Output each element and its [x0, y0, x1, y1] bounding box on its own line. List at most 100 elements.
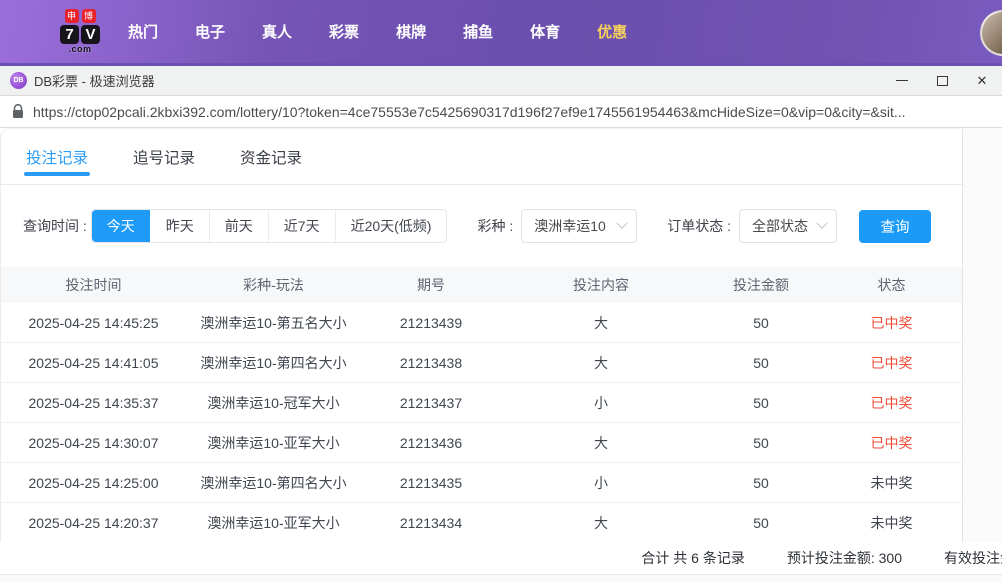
minimize-icon	[896, 80, 908, 81]
tab-fund-records[interactable]: 资金记录	[240, 129, 302, 184]
page-bottom-strip	[0, 575, 1002, 583]
lottery-select-value: 澳洲幸运10	[534, 216, 606, 236]
nav-item-fishing[interactable]: 捕鱼	[463, 21, 493, 42]
time-range-group: 今天 昨天 前天 近7天 近20天(低频)	[91, 209, 448, 243]
address-bar[interactable]: https://ctop02pcali.2kbxi392.com/lottery…	[0, 95, 1002, 128]
site-nav-menu: 热门 电子 真人 彩票 棋牌 捕鱼 体育 优惠	[128, 21, 627, 42]
status-badge: 已中奖	[821, 393, 962, 413]
order-status-value: 全部状态	[752, 216, 808, 236]
cell-bet-content: 大	[501, 513, 701, 533]
cell-game-play: 澳洲幸运10-第四名大小	[186, 473, 361, 493]
window-controls: ✕	[882, 66, 1002, 95]
lottery-filter-label: 彩种 :	[477, 216, 513, 236]
col-status: 状态	[821, 275, 962, 295]
maximize-button[interactable]	[922, 66, 962, 95]
cell-bet-amount: 50	[701, 475, 821, 491]
cell-issue: 21213438	[361, 355, 501, 371]
cell-bet-content: 小	[501, 473, 701, 493]
status-badge: 已中奖	[821, 433, 962, 453]
expected-bet-amount-text: 预计投注金额: 300	[787, 548, 902, 568]
cell-game-play: 澳洲幸运10-第四名大小	[186, 353, 361, 373]
cell-game-play: 澳洲幸运10-亚军大小	[186, 433, 361, 453]
logo-tile-7: 7	[60, 25, 79, 44]
cell-bet-time: 2025-04-25 14:30:07	[1, 435, 186, 451]
cell-bet-amount: 50	[701, 515, 821, 531]
time-option-day-before[interactable]: 前天	[209, 210, 268, 242]
logo-badge-1: 申	[65, 9, 79, 23]
cell-game-play: 澳洲幸运10-亚军大小	[186, 513, 361, 533]
page-content: 投注记录 追号记录 资金记录 查询时间 : 今天 昨天 前天 近7天 近20天(…	[0, 128, 1002, 583]
table-row: 2025-04-25 14:35:37 澳洲幸运10-冠军大小 21213437…	[1, 383, 962, 423]
status-badge: 未中奖	[821, 473, 962, 493]
logo-badges: 申 博	[65, 9, 96, 23]
cell-bet-amount: 50	[701, 315, 821, 331]
col-bet-amount: 投注金额	[701, 275, 821, 295]
cell-bet-time: 2025-04-25 14:25:00	[1, 475, 186, 491]
nav-item-promo[interactable]: 优惠	[597, 21, 627, 42]
nav-item-live[interactable]: 真人	[262, 21, 292, 42]
nav-item-sports[interactable]: 体育	[530, 21, 560, 42]
filter-bar: 查询时间 : 今天 昨天 前天 近7天 近20天(低频) 彩种 : 澳洲幸运10…	[1, 185, 962, 267]
search-button[interactable]: 查询	[859, 210, 931, 243]
nav-item-electronic[interactable]: 电子	[195, 21, 225, 42]
tab-bet-records[interactable]: 投注记录	[26, 129, 88, 184]
url-text: https://ctop02pcali.2kbxi392.com/lottery…	[33, 104, 906, 120]
cell-bet-time: 2025-04-25 14:45:25	[1, 315, 186, 331]
cell-bet-time: 2025-04-25 14:35:37	[1, 395, 186, 411]
site-logo[interactable]: 申 博 7 V .com	[60, 9, 100, 54]
cell-issue: 21213439	[361, 315, 501, 331]
cell-bet-time: 2025-04-25 14:41:05	[1, 355, 186, 371]
cell-bet-content: 小	[501, 393, 701, 413]
window-title: DB彩票 - 极速浏览器	[34, 71, 155, 90]
status-badge: 已中奖	[821, 313, 962, 333]
cell-bet-amount: 50	[701, 355, 821, 371]
cell-issue: 21213435	[361, 475, 501, 491]
close-button[interactable]: ✕	[962, 66, 1002, 95]
valid-bet-amount-text: 有效投注金	[944, 548, 1002, 568]
lottery-select[interactable]: 澳洲幸运10	[521, 209, 637, 243]
time-option-20days[interactable]: 近20天(低频)	[335, 210, 447, 242]
col-game-play: 彩种-玩法	[186, 275, 361, 295]
nav-item-hot[interactable]: 热门	[128, 21, 158, 42]
time-option-7days[interactable]: 近7天	[268, 210, 335, 242]
order-status-select[interactable]: 全部状态	[739, 209, 837, 243]
maximize-icon	[937, 76, 948, 86]
cell-game-play: 澳洲幸运10-第五名大小	[186, 313, 361, 333]
time-filter-label: 查询时间 :	[23, 216, 87, 236]
user-avatar[interactable]	[980, 10, 1002, 56]
browser-favicon: DB	[10, 72, 27, 89]
minimize-button[interactable]	[882, 66, 922, 95]
cell-issue: 21213436	[361, 435, 501, 451]
browser-window: 申 博 7 V .com 热门 电子 真人 彩票 棋牌 捕鱼 体育 优惠 DB …	[0, 0, 1002, 583]
nav-item-lottery[interactable]: 彩票	[329, 21, 359, 42]
records-panel: 投注记录 追号记录 资金记录 查询时间 : 今天 昨天 前天 近7天 近20天(…	[0, 128, 963, 542]
col-bet-content: 投注内容	[501, 275, 701, 295]
record-tabs: 投注记录 追号记录 资金记录	[1, 129, 962, 185]
table-row: 2025-04-25 14:41:05 澳洲幸运10-第四名大小 2121343…	[1, 343, 962, 383]
cell-bet-content: 大	[501, 353, 701, 373]
logo-badge-2: 博	[82, 9, 96, 23]
table-row: 2025-04-25 14:30:07 澳洲幸运10-亚军大小 21213436…	[1, 423, 962, 463]
site-navbar: 申 博 7 V .com 热门 电子 真人 彩票 棋牌 捕鱼 体育 优惠	[0, 0, 1002, 63]
table-row: 2025-04-25 14:25:00 澳洲幸运10-第四名大小 2121343…	[1, 463, 962, 503]
cell-game-play: 澳洲幸运10-冠军大小	[186, 393, 361, 413]
status-badge: 未中奖	[821, 513, 962, 533]
table-row: 2025-04-25 14:20:37 澳洲幸运10-亚军大小 21213434…	[1, 503, 962, 542]
lock-icon	[12, 104, 24, 119]
cell-issue: 21213434	[361, 515, 501, 531]
status-badge: 已中奖	[821, 353, 962, 373]
col-issue: 期号	[361, 275, 501, 295]
logo-main: 7 V	[60, 25, 100, 44]
tab-chase-records[interactable]: 追号记录	[133, 129, 195, 184]
table-row: 2025-04-25 14:45:25 澳洲幸运10-第五名大小 2121343…	[1, 303, 962, 343]
window-titlebar[interactable]: DB DB彩票 - 极速浏览器 ✕	[0, 66, 1002, 95]
order-status-label: 订单状态 :	[667, 216, 731, 236]
cell-issue: 21213437	[361, 395, 501, 411]
time-option-yesterday[interactable]: 昨天	[150, 210, 209, 242]
nav-item-chess[interactable]: 棋牌	[396, 21, 426, 42]
table-header: 投注时间 彩种-玩法 期号 投注内容 投注金额 状态	[1, 267, 962, 303]
total-records-text: 合计 共 6 条记录	[641, 548, 744, 568]
logo-tile-v: V	[81, 25, 100, 44]
cell-bet-amount: 50	[701, 435, 821, 451]
time-option-today[interactable]: 今天	[92, 210, 150, 242]
